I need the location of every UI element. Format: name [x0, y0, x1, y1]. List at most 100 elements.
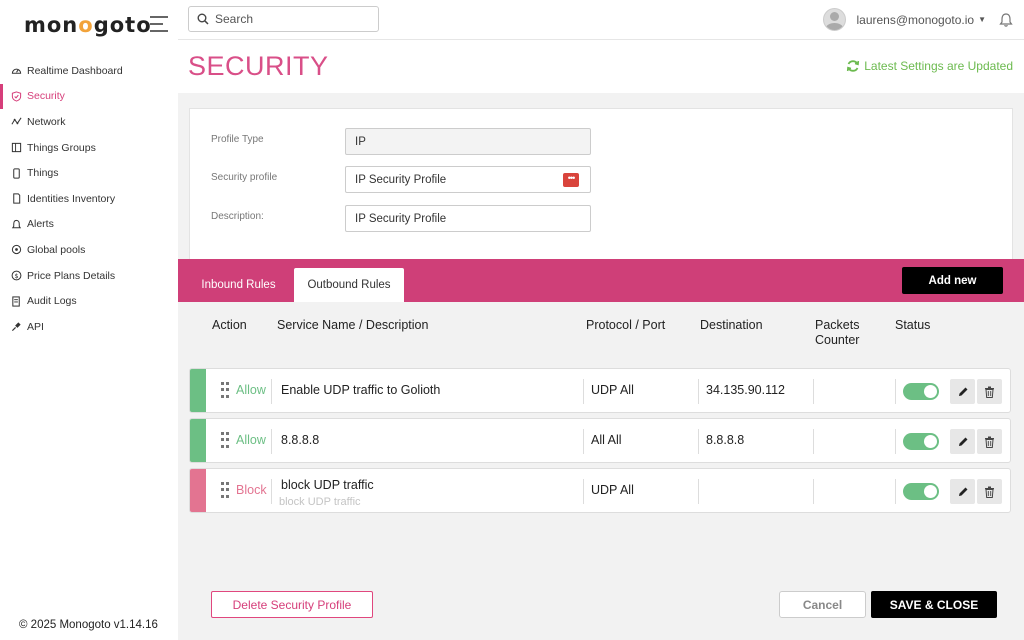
column-divider [583, 479, 584, 504]
plug-icon [10, 321, 22, 333]
sidebar-item-price-plans-details[interactable]: $ Price Plans Details [0, 263, 178, 289]
sidebar-item-label: Audit Logs [27, 295, 77, 308]
sidebar-nav: Realtime Dashboard Security Network Things … [0, 58, 178, 340]
phone-icon [10, 167, 22, 179]
bell-icon [10, 218, 22, 230]
rule-destination: 34.135.90.112 [706, 383, 786, 397]
tab-inbound-rules[interactable]: Inbound Rules [192, 268, 285, 302]
column-divider [271, 429, 272, 454]
svg-text:$: $ [14, 272, 18, 280]
sidebar-item-audit-logs[interactable]: Audit Logs [0, 288, 178, 314]
delete-icon[interactable] [977, 429, 1002, 454]
rule-protocol: UDP All [591, 483, 634, 497]
column-divider [698, 479, 699, 504]
status-toggle[interactable] [903, 483, 939, 500]
profile-type-field: IP [345, 128, 591, 155]
gauge-icon [10, 65, 22, 77]
settings-status: Latest Settings are Updated [846, 59, 1013, 73]
dollar-icon: $ [10, 270, 22, 282]
sidebar-item-global-pools[interactable]: Global pools [0, 237, 178, 263]
security-profile-value: IP Security Profile [355, 173, 447, 186]
rule-description: block UDP traffic [279, 496, 361, 508]
avatar[interactable] [823, 8, 847, 31]
delete-security-profile-button[interactable]: Delete Security Profile [211, 591, 373, 618]
description-field[interactable]: IP Security Profile [345, 205, 591, 232]
rule-protocol: All All [591, 433, 622, 447]
settings-status-text: Latest Settings are Updated [864, 59, 1013, 73]
network-icon [10, 116, 22, 128]
search-input[interactable] [215, 12, 365, 26]
sidebar-item-label: Alerts [27, 218, 54, 231]
edit-icon[interactable] [950, 379, 975, 404]
sidebar-item-label: Security [27, 90, 65, 103]
tab-outbound-rules[interactable]: Outbound Rules [294, 268, 404, 302]
sidebar-item-things[interactable]: Things [0, 160, 178, 186]
header-action: Action [212, 318, 247, 332]
rule-action: Allow [236, 383, 266, 397]
user-menu[interactable]: laurens@monogoto.io ▼ [823, 8, 1014, 31]
menu-toggle-icon[interactable] [150, 16, 168, 37]
sidebar-item-alerts[interactable]: Alerts [0, 212, 178, 238]
delete-icon[interactable] [977, 379, 1002, 404]
topbar: laurens@monogoto.io ▼ [178, 0, 1024, 40]
user-email[interactable]: laurens@monogoto.io [856, 13, 974, 27]
sidebar-item-label: Identities Inventory [27, 192, 116, 205]
sidebar-item-network[interactable]: Network [0, 109, 178, 135]
column-divider [813, 429, 814, 454]
sidebar-item-security[interactable]: Security [0, 83, 178, 110]
rule-type-strip [190, 469, 206, 512]
sidebar: monogoto Realtime Dashboard Security Netwo… [0, 0, 178, 640]
sidebar-item-things-groups[interactable]: Things Groups [0, 135, 178, 161]
column-divider [895, 429, 896, 454]
edit-icon[interactable] [950, 479, 975, 504]
log-icon [10, 295, 22, 307]
logo[interactable]: monogoto [24, 13, 152, 37]
drag-handle-icon[interactable] [221, 482, 229, 499]
sidebar-item-label: Network [27, 115, 66, 128]
rule-destination: 8.8.8.8 [706, 433, 745, 447]
notifications-bell-icon[interactable] [998, 12, 1014, 28]
shield-icon [10, 90, 22, 102]
table-row[interactable]: Allow Enable UDP traffic to Golioth UDP Al… [189, 368, 1011, 413]
status-toggle[interactable] [903, 383, 939, 400]
table-row[interactable]: Block block UDP traffic block UDP traffic U… [189, 468, 1011, 513]
status-toggle[interactable] [903, 433, 939, 450]
sim-icon [10, 193, 22, 205]
profile-card: Profile Type IP Security profile IP Secu… [189, 108, 1013, 260]
folder-icon [10, 142, 22, 154]
header-status: Status [895, 318, 931, 332]
search-icon [197, 13, 209, 25]
profile-type-label: Profile Type [211, 134, 264, 145]
search-box[interactable] [188, 6, 379, 32]
cancel-button[interactable]: Cancel [779, 591, 866, 618]
sidebar-item-identities-inventory[interactable]: Identities Inventory [0, 186, 178, 212]
column-divider [813, 479, 814, 504]
delete-icon[interactable] [977, 479, 1002, 504]
page-title: SECURITY [188, 51, 329, 81]
rule-action: Block [236, 483, 267, 497]
sidebar-item-label: API [27, 320, 44, 333]
table-row[interactable]: Allow 8.8.8.8 All All 8.8.8.8 [189, 418, 1011, 463]
drag-handle-icon[interactable] [221, 382, 229, 399]
edit-icon[interactable] [950, 429, 975, 454]
sidebar-item-api[interactable]: API [0, 314, 178, 340]
drag-handle-icon[interactable] [221, 432, 229, 449]
sidebar-item-realtime-dashboard[interactable]: Realtime Dashboard [0, 58, 178, 84]
rules-tabs-bar: Inbound Rules Outbound Rules Add new [178, 259, 1024, 302]
add-new-button[interactable]: Add new [902, 267, 1003, 294]
column-divider [583, 379, 584, 404]
rule-service-name: 8.8.8.8 [281, 433, 320, 447]
column-divider [583, 429, 584, 454]
save-close-button[interactable]: SAVE & CLOSE [871, 591, 997, 618]
column-divider [895, 479, 896, 504]
security-profile-field[interactable]: IP Security Profile ••• [345, 166, 591, 193]
header-packets-counter: Packets Counter [815, 318, 860, 347]
globe-icon [10, 244, 22, 256]
column-divider [895, 379, 896, 404]
rule-type-strip [190, 369, 206, 412]
header-service: Service Name / Description [277, 318, 429, 332]
column-divider [271, 479, 272, 504]
sidebar-item-label: Price Plans Details [27, 269, 116, 282]
more-options-icon[interactable]: ••• [563, 173, 579, 187]
chevron-down-icon[interactable]: ▼ [978, 15, 986, 24]
